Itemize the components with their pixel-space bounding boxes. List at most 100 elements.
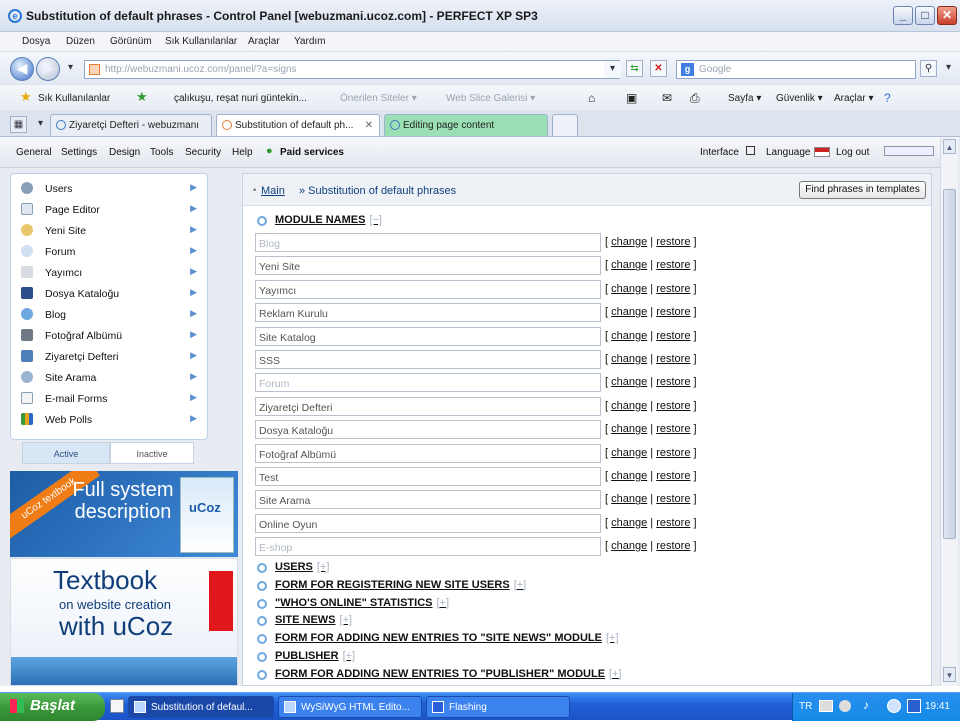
scroll-up-icon[interactable]: ▲ bbox=[943, 139, 956, 154]
restore-link[interactable]: restore bbox=[656, 236, 690, 248]
nav-general[interactable]: General bbox=[16, 147, 52, 158]
nav-help[interactable]: Help bbox=[232, 147, 253, 158]
history-dropdown-icon[interactable]: ▾ bbox=[62, 60, 79, 77]
change-link[interactable]: change bbox=[611, 376, 647, 388]
feeds-icon[interactable]: ▣ bbox=[626, 91, 637, 105]
module-name-input[interactable] bbox=[255, 490, 601, 510]
sidebar-item-dosya-katalogu[interactable]: Dosya Kataloğu ▶ bbox=[19, 283, 199, 304]
module-name-input[interactable] bbox=[255, 303, 601, 323]
restore-link[interactable]: restore bbox=[656, 540, 690, 552]
module-name-input[interactable] bbox=[255, 350, 601, 369]
menu-gorunum[interactable]: Görünüm bbox=[110, 36, 152, 47]
restore-link[interactable]: restore bbox=[656, 330, 690, 342]
module-name-input[interactable] bbox=[255, 467, 601, 486]
start-button[interactable]: Başlat bbox=[0, 693, 105, 721]
sidebar-item-page-editor[interactable]: Page Editor ▶ bbox=[19, 199, 199, 220]
restore-link[interactable]: restore bbox=[656, 400, 690, 412]
restore-link[interactable]: restore bbox=[656, 259, 690, 271]
nav-tools[interactable]: Tools bbox=[150, 147, 173, 158]
sidebar-item-ziyaretci-defteri[interactable]: Ziyaretçi Defteri ▶ bbox=[19, 346, 199, 367]
nav-design[interactable]: Design bbox=[109, 147, 140, 158]
restore-link[interactable]: restore bbox=[656, 447, 690, 459]
fav-suggested-sites[interactable]: Önerilen Siteler ▾ bbox=[340, 93, 417, 104]
search-options-icon[interactable]: ▾ bbox=[940, 60, 957, 77]
nav-slider[interactable] bbox=[884, 146, 934, 156]
sidebar-item-site-arama[interactable]: Site Arama ▶ bbox=[19, 367, 199, 388]
taskbar-item-substitution[interactable]: Substitution of defaul... bbox=[128, 696, 274, 718]
module-name-input[interactable] bbox=[255, 443, 601, 463]
tab-active[interactable]: Active bbox=[22, 442, 110, 464]
module-name-input[interactable] bbox=[255, 326, 601, 346]
forward-button[interactable]: ▶ bbox=[36, 57, 60, 81]
language-indicator[interactable]: TR bbox=[799, 701, 812, 712]
taskbar-item-flashing[interactable]: Flashing bbox=[426, 696, 570, 718]
change-link[interactable]: change bbox=[611, 400, 647, 412]
keyboard-icon[interactable] bbox=[819, 700, 833, 712]
restore-link[interactable]: restore bbox=[656, 283, 690, 295]
menu-favorites[interactable]: Sık Kullanılanlar bbox=[165, 36, 237, 47]
new-tab-button[interactable] bbox=[552, 114, 578, 136]
restore-link[interactable]: restore bbox=[656, 470, 690, 482]
close-button[interactable]: ✕ bbox=[937, 6, 957, 25]
sidebar-item-yeni-site[interactable]: Yeni Site ▶ bbox=[19, 220, 199, 241]
change-link[interactable]: change bbox=[611, 236, 647, 248]
expand-toggle[interactable]: [+] bbox=[343, 650, 356, 662]
expand-toggle[interactable]: [+] bbox=[606, 632, 619, 644]
network-icon[interactable] bbox=[887, 699, 901, 713]
restore-link[interactable]: restore bbox=[656, 493, 690, 505]
refresh-icon[interactable]: ⇆ bbox=[626, 60, 643, 77]
expand-toggle[interactable]: [+] bbox=[609, 668, 622, 680]
tab-substitution[interactable]: Substitution of default ph... ✕ bbox=[216, 114, 380, 136]
volume-icon[interactable]: ♪ bbox=[863, 698, 869, 712]
restore-link[interactable]: restore bbox=[656, 517, 690, 529]
restore-link[interactable]: restore bbox=[656, 306, 690, 318]
sidebar-item-yayimci[interactable]: Yayımcı ▶ bbox=[19, 262, 199, 283]
module-name-input[interactable] bbox=[255, 537, 601, 557]
change-link[interactable]: change bbox=[611, 540, 647, 552]
collapse-toggle[interactable]: [−] bbox=[369, 214, 382, 226]
sidebar-item-web-polls[interactable]: Web Polls ▶ bbox=[19, 409, 199, 430]
maximize-button[interactable]: □ bbox=[915, 6, 935, 25]
expand-toggle[interactable]: [+] bbox=[514, 579, 527, 591]
nav-security[interactable]: Security bbox=[185, 147, 221, 158]
menu-yardim[interactable]: Yardım bbox=[294, 36, 326, 47]
nav-settings[interactable]: Settings bbox=[61, 147, 97, 158]
find-phrases-button[interactable]: Find phrases in templates bbox=[799, 181, 926, 199]
change-link[interactable]: change bbox=[611, 259, 647, 271]
change-link[interactable]: change bbox=[611, 306, 647, 318]
address-field[interactable]: http://webuzmani.ucoz.com/panel/?a=signs bbox=[84, 60, 620, 79]
scroll-thumb[interactable] bbox=[943, 189, 956, 539]
sidebar-item-users[interactable]: Users ▶ bbox=[19, 178, 199, 199]
quicklaunch-icon[interactable] bbox=[110, 699, 124, 713]
vertical-scrollbar[interactable]: ▲ ▼ bbox=[940, 137, 958, 686]
help-tray-icon[interactable] bbox=[839, 700, 851, 712]
restore-link[interactable]: restore bbox=[656, 353, 690, 365]
restore-link[interactable]: restore bbox=[656, 423, 690, 435]
address-dropdown-icon[interactable]: ▾ bbox=[604, 61, 621, 78]
search-input[interactable]: g Google bbox=[676, 60, 916, 79]
nav-interface[interactable]: Interface bbox=[700, 147, 739, 158]
menu-dosya[interactable]: Dosya bbox=[22, 36, 50, 47]
crumb-main-link[interactable]: Main bbox=[261, 185, 285, 197]
module-name-input[interactable] bbox=[255, 420, 601, 440]
change-link[interactable]: change bbox=[611, 517, 647, 529]
change-link[interactable]: change bbox=[611, 283, 647, 295]
tools-menu[interactable]: Araçlar ▾ bbox=[834, 93, 873, 104]
page-menu[interactable]: Sayfa ▾ bbox=[728, 93, 761, 104]
fav-link-calikusu[interactable]: çalıkuşu, reşat nuri güntekin... bbox=[174, 93, 307, 104]
nav-logout[interactable]: Log out bbox=[836, 147, 869, 158]
tab-inactive[interactable]: Inactive bbox=[110, 442, 194, 464]
sidebar-item-forum[interactable]: Forum ▶ bbox=[19, 241, 199, 262]
module-name-input[interactable] bbox=[255, 233, 601, 252]
menu-duzen[interactable]: Düzen bbox=[66, 36, 95, 47]
safety-menu[interactable]: Güvenlik ▾ bbox=[776, 93, 823, 104]
module-name-input[interactable] bbox=[255, 279, 601, 299]
scroll-down-icon[interactable]: ▼ bbox=[943, 667, 956, 682]
change-link[interactable]: change bbox=[611, 470, 647, 482]
sidebar-item-blog[interactable]: Blog ▶ bbox=[19, 304, 199, 325]
mail-icon[interactable]: ✉ bbox=[662, 91, 672, 105]
tab-close-icon[interactable]: ✕ bbox=[365, 120, 373, 131]
tab-ziyaretci-defteri[interactable]: Ziyaretçi Defteri - webuzmanı bbox=[50, 114, 212, 136]
favorites-button[interactable]: Sık Kullanılanlar bbox=[38, 93, 110, 104]
full-description-banner[interactable]: uCoz textbook Full system description uC… bbox=[10, 471, 238, 557]
